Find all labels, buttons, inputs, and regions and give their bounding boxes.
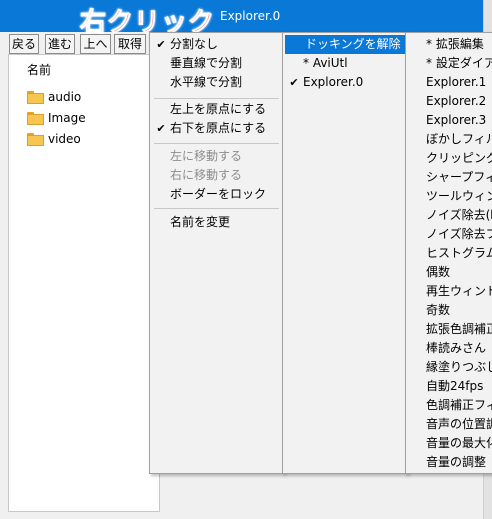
folder-icon [27,112,44,125]
menu-item-rename[interactable]: 名前を変更 [150,213,283,232]
menu-item-window[interactable]: Explorer.1 [406,73,492,92]
back-button[interactable]: 戻る [9,34,39,54]
menu-item-window[interactable]: 奇数 [406,301,492,320]
file-label: Image [48,111,86,125]
menu-item-window[interactable]: * 拡張編集 [406,35,492,54]
check-icon: ✔ [156,122,166,135]
menu-item-label: 色調補正フィルタ [426,398,492,412]
menu-separator [154,98,279,99]
menu-separator [154,208,279,209]
menu-item-window[interactable]: 自動24fps [406,377,492,396]
menu-item-label: ツールウィンドウ [426,189,492,203]
menu-item-label: Explorer.1 [426,75,487,89]
check-icon: ✔ [156,38,166,51]
menu-item-window[interactable]: ノイズ除去(時間軸) [406,206,492,225]
window-title: Explorer.0 [220,9,281,23]
menu-item-window[interactable]: 色調補正フィルタ [406,396,492,415]
menu-item-move-left: 左に移動する [170,149,243,163]
menu-item-label: ノイズ除去(時間軸) [426,208,492,222]
menu-item-label: シャープフィルタ [426,170,492,184]
menu-item-horizontal-split[interactable]: 水平線で分割 [150,73,283,92]
check-icon: ✔ [289,76,299,89]
menu-item-label: 音量の最大化 [426,436,492,450]
menu-item-move-right: 右に移動する [170,168,243,182]
folder-icon [27,91,44,104]
menu-item-window[interactable]: 再生ウィンドウ [406,282,492,301]
menu-item-no-split[interactable]: ✔ 分割なし [150,35,283,54]
title-bar: Explorer.0 [0,0,492,32]
menu-item-window[interactable]: 偶数 [406,263,492,282]
menu-item-window[interactable]: シャープフィルタ [406,168,492,187]
menu-item-label: ヒストグラム [426,246,492,260]
forward-button[interactable]: 進む [45,34,75,54]
menu-item-label: 棒読みさん [426,341,487,355]
up-button[interactable]: 上へ [80,34,111,54]
menu-separator [154,143,279,144]
menu-item-explorer-0[interactable]: ✔ Explorer.0 [283,73,407,92]
menu-item-window[interactable]: * 設定ダイアログ [406,54,492,73]
menu-item-window[interactable]: 音声の位置調整 [406,415,492,434]
menu-item-window[interactable]: ツールウィンドウ [406,187,492,206]
menu-item-label: * 拡張編集 [426,37,484,51]
menu-item-label: 偶数 [426,265,451,279]
menu-item-label: 奇数 [426,303,451,317]
menu-item-lock-border[interactable]: ボーダーをロック [150,185,283,204]
menu-item-window[interactable]: クリッピング＆リサイズ [406,149,492,168]
menu-item-undock[interactable]: ドッキングを解除 [285,35,405,54]
menu-item-label: 拡張色調補正 [426,322,492,336]
menu-item-window[interactable]: 音量の調整 [406,453,492,472]
context-menu: ✔ 分割なし 垂直線で分割 水平線で分割 左上を原点にする ✔ 右下を原点にする… [149,32,284,474]
menu-item-window[interactable]: 拡張色調補正 [406,320,492,339]
menu-item-label: Explorer.2 [426,94,487,108]
menu-item-window[interactable]: 棒読みさん [406,339,492,358]
menu-item-label: クリッピング＆リサイズ [426,151,492,165]
column-header-name[interactable]: 名前 [27,61,51,78]
menu-item-label: Explorer.3 [426,113,487,127]
menu-item-label: 再生ウィンドウ [426,284,492,298]
docking-submenu: ドッキングを解除 * AviUtl ✔ Explorer.0 [282,32,408,474]
menu-item-window[interactable]: 縁塗りつぶし [406,358,492,377]
menu-item-window[interactable]: ノイズ除去フィルタ [406,225,492,244]
menu-item-label: * 設定ダイアログ [426,56,492,70]
menu-item-label: 音声の位置調整 [426,417,492,431]
menu-item-window[interactable]: 音量の最大化 [406,434,492,453]
window-list-submenu: * 拡張編集 * 設定ダイアログ Explorer.1 Explorer.2 Explo… [405,32,492,474]
file-label: video [48,132,81,146]
folder-icon [27,133,44,146]
menu-item-label: ノイズ除去フィルタ [426,227,492,241]
menu-item-window[interactable]: ヒストグラム [406,244,492,263]
file-label: audio [48,90,82,104]
menu-item-label: 音量の調整 [426,455,487,469]
menu-item-label: ぼかしフィルタ [426,132,492,146]
menu-item-label: 縁塗りつぶし [426,360,492,374]
menu-item-window[interactable]: Explorer.2 [406,92,492,111]
menu-item-vertical-split[interactable]: 垂直線で分割 [150,54,283,73]
menu-item-aviutl[interactable]: * AviUtl [283,54,407,73]
file-list-pane[interactable]: 名前 audio Image video [8,54,160,512]
menu-item-origin-bottom-right[interactable]: ✔ 右下を原点にする [150,119,283,138]
menu-item-window[interactable]: Explorer.3 [406,111,492,130]
menu-item-origin-top-left[interactable]: 左上を原点にする [150,100,283,119]
menu-item-label: 自動24fps [426,379,484,393]
get-button[interactable]: 取得 [114,34,146,54]
menu-item-window[interactable]: ぼかしフィルタ [406,130,492,149]
